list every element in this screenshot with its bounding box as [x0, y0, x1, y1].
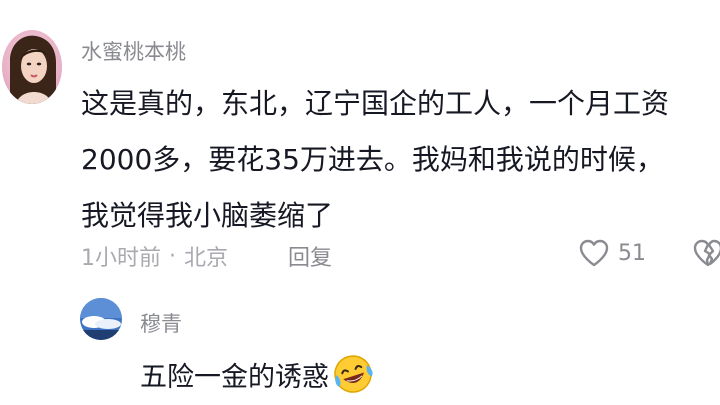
- reply-text: 五险一金的诱惑: [140, 352, 375, 396]
- reply-text-content: 五险一金的诱惑: [140, 361, 329, 393]
- meta-separator: ·: [169, 243, 176, 269]
- like-count: 51: [618, 240, 646, 266]
- commenter-avatar[interactable]: [2, 30, 62, 104]
- broken-heart-icon: [693, 239, 720, 267]
- comment-line: 2000多，要花35万进去。我妈和我说的时候，: [81, 143, 664, 176]
- laughing-crying-emoji-icon: [331, 352, 375, 396]
- comment-location: 北京: [184, 246, 229, 271]
- commenter-username[interactable]: 水蜜桃本桃: [81, 36, 186, 66]
- like-button[interactable]: 51: [578, 238, 646, 268]
- comment-text: 这是真的，东北，辽宁国企的工人，一个月工资 2000多，要花35万进去。我妈和我…: [81, 76, 720, 244]
- comment-meta: 1小时前 · 北京: [81, 240, 228, 272]
- reply-avatar[interactable]: [80, 298, 122, 340]
- dislike-button[interactable]: [692, 238, 720, 272]
- comment-line: 这是真的，东北，辽宁国企的工人，一个月工资: [81, 87, 670, 120]
- comment-line: 我觉得我小脑萎缩了: [81, 199, 334, 232]
- reply-button[interactable]: 回复: [288, 240, 332, 272]
- comment-time: 1小时前: [81, 246, 161, 271]
- heart-outline-icon: [579, 239, 609, 267]
- reply-username[interactable]: 穆青: [140, 308, 182, 338]
